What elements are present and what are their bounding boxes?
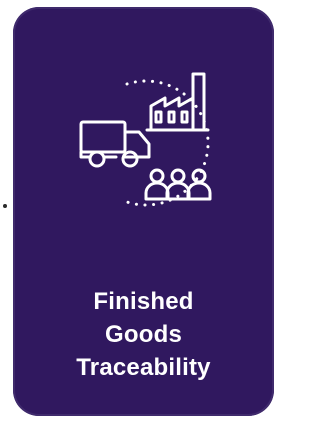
stray-dot [3, 204, 7, 208]
supply-chain-traceability-icon [73, 62, 233, 222]
page: Finished Goods Traceability [0, 0, 280, 421]
people-icon [144, 168, 212, 201]
factory-icon [145, 72, 210, 132]
card-title-line-3: Traceability [76, 354, 211, 381]
card-title-line-1: Finished [93, 288, 194, 315]
truck-icon [79, 120, 151, 168]
card-title: Finished Goods Traceability [13, 285, 274, 384]
feature-card[interactable]: Finished Goods Traceability [13, 7, 274, 416]
dotted-loop-icon [125, 79, 210, 207]
card-title-line-2: Goods [105, 321, 182, 348]
